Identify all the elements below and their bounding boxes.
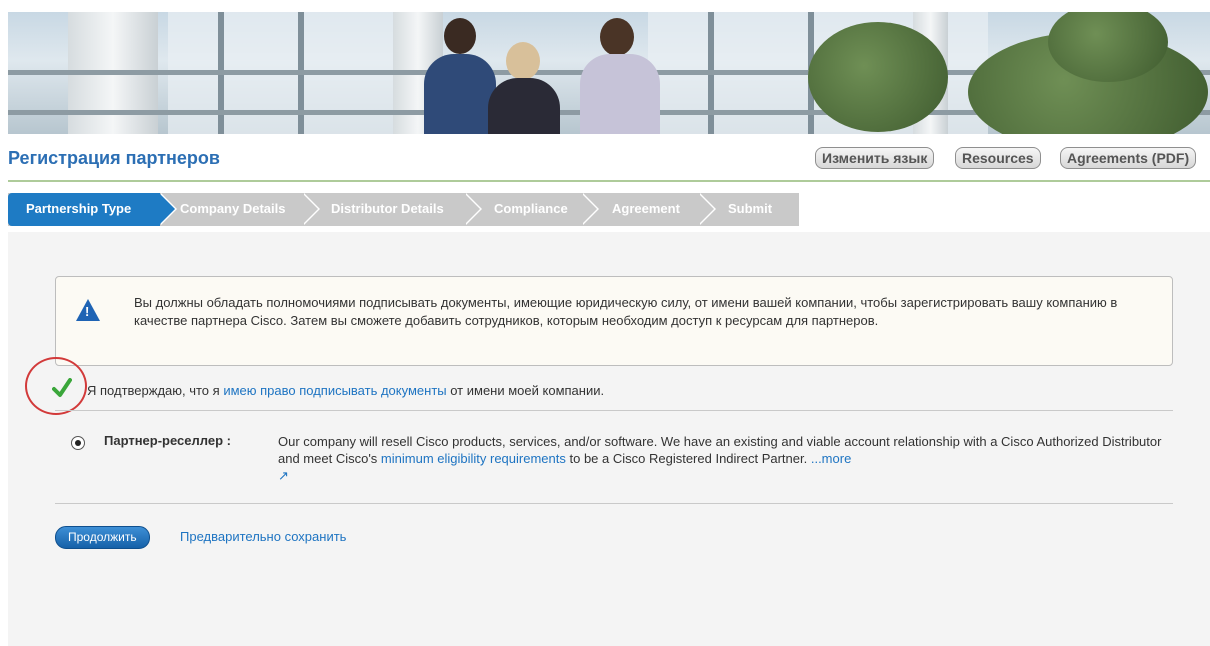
eligibility-requirements-link[interactable]: minimum eligibility requirements	[381, 451, 566, 466]
more-link[interactable]: ...more	[811, 451, 851, 466]
divider	[55, 503, 1173, 504]
step-agreement[interactable]: Agreement	[612, 193, 680, 226]
description-text: to be a Cisco Registered Indirect Partne…	[565, 451, 811, 466]
warning-icon: !	[76, 299, 100, 321]
step-submit[interactable]: Submit	[728, 193, 772, 226]
save-draft-link[interactable]: Предварительно сохранить	[180, 529, 346, 544]
registration-steps: Partnership Type Company Details Distrib…	[8, 193, 799, 226]
confirm-authority-checkbox[interactable]	[52, 378, 72, 398]
step-partnership-type[interactable]: Partnership Type	[8, 193, 160, 226]
signing-authority-link[interactable]: имею право подписывать документы	[223, 383, 446, 398]
external-link-icon[interactable]: ↗	[278, 467, 289, 484]
person-figure	[484, 12, 564, 134]
continue-button[interactable]: Продолжить	[55, 526, 150, 549]
authority-alert: ! Вы должны обладать полномочиями подпис…	[55, 276, 1173, 366]
confirm-suffix: от имени моей компании.	[446, 383, 605, 398]
step-company-details[interactable]: Company Details	[180, 193, 285, 226]
header-banner-image	[8, 12, 1210, 134]
alert-message: Вы должны обладать полномочиями подписыв…	[134, 295, 1118, 328]
reseller-partner-label: Партнер-реселлер :	[104, 433, 231, 448]
confirm-authority-label: Я подтверждаю, что я имею право подписыв…	[87, 383, 604, 398]
confirm-prefix: Я подтверждаю, что я	[87, 383, 224, 398]
agreements-pdf-button[interactable]: Agreements (PDF)	[1060, 147, 1197, 169]
change-language-button[interactable]: Изменить язык	[815, 147, 935, 169]
resources-button[interactable]: Resources	[955, 147, 1041, 169]
divider	[55, 410, 1173, 411]
step-compliance[interactable]: Compliance	[494, 193, 568, 226]
reseller-partner-radio[interactable]	[71, 436, 85, 450]
reseller-partner-description: Our company will resell Cisco products, …	[278, 433, 1168, 484]
person-figure	[568, 12, 668, 134]
page-title: Регистрация партнеров	[8, 148, 220, 168]
header-divider	[8, 180, 1210, 182]
step-distributor-details[interactable]: Distributor Details	[331, 193, 444, 226]
